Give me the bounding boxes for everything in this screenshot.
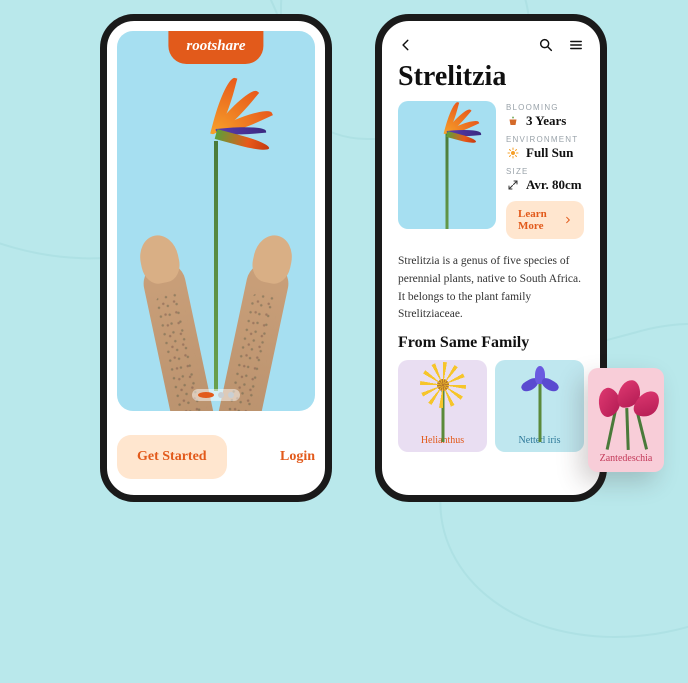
back-icon[interactable] xyxy=(396,35,416,55)
sun-icon xyxy=(506,146,520,160)
brand-logo: rootshare xyxy=(168,31,263,64)
related-card-iris[interactable]: Netted iris xyxy=(495,360,584,452)
page-title: Strelitzia xyxy=(382,59,600,101)
chevron-right-icon xyxy=(564,215,572,225)
get-started-button[interactable]: Get Started xyxy=(117,435,227,479)
hands-illustration xyxy=(141,221,291,411)
facts-panel: BLOOMING 3 Years ENVIRONMENT Full Sun SI… xyxy=(506,101,584,239)
menu-icon[interactable] xyxy=(566,35,586,55)
related-label: Zantedeschia xyxy=(600,453,653,464)
flower-icon xyxy=(596,380,656,450)
related-card-zantedeschia[interactable]: Zantedeschia xyxy=(588,368,664,472)
expand-icon xyxy=(506,178,520,192)
fact-value: Full Sun xyxy=(526,145,573,161)
plant-thumbnail xyxy=(398,101,496,229)
phone-onboarding: rootshare Get Started Login xyxy=(100,14,332,502)
page-dot[interactable] xyxy=(228,392,234,398)
related-heading: From Same Family xyxy=(382,332,600,360)
page-indicator[interactable] xyxy=(192,389,240,401)
pot-icon xyxy=(506,114,520,128)
related-card-helianthus[interactable]: Helianthus xyxy=(398,360,487,452)
hero-image: rootshare xyxy=(117,31,315,411)
fact-value: 3 Years xyxy=(526,113,566,129)
flower-icon xyxy=(523,368,557,402)
learn-more-button[interactable]: Learn More xyxy=(506,201,584,239)
learn-more-label: Learn More xyxy=(518,208,550,232)
flower-icon xyxy=(426,368,460,402)
phone-detail: Strelitzia BLOOMING 3 Years ENVIRONMENT xyxy=(375,14,607,502)
page-dot[interactable] xyxy=(198,392,214,398)
fact-key-environment: ENVIRONMENT xyxy=(506,135,584,144)
search-icon[interactable] xyxy=(536,35,556,55)
fact-key-size: SIZE xyxy=(506,167,584,176)
page-dot[interactable] xyxy=(218,392,224,398)
fact-key-blooming: BLOOMING xyxy=(506,103,584,112)
plant-description: Strelitzia is a genus of five species of… xyxy=(382,239,600,332)
login-button[interactable]: Login xyxy=(280,449,315,465)
fact-value: Avr. 80cm xyxy=(526,177,582,193)
